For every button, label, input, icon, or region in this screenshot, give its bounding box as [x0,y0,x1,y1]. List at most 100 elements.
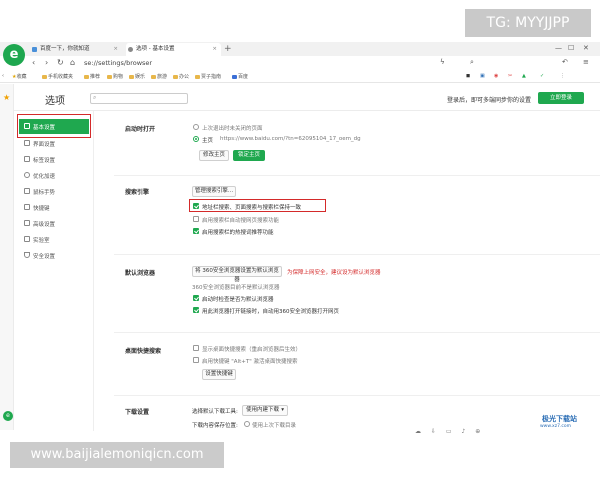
watermark-bottom: www.baijialemoniqicn.com [10,442,224,468]
checkbox-auto-search[interactable] [193,216,199,222]
undo-icon[interactable]: ↶ [562,58,568,66]
highlight-box [17,114,91,138]
maximize-icon[interactable]: ☐ [568,44,574,52]
checkbox-hot-words-label: 启用搜索栏的热搜词推荐功能 [202,230,274,236]
bookmarks-toggle-icon[interactable]: ‹ [2,73,4,79]
sidebar-item-lab[interactable]: 实验室 [24,236,50,244]
sidebar-item-shortcuts[interactable]: 快捷键 [24,204,50,212]
set-hotkey-button[interactable]: 设置快捷键 [202,369,236,380]
back-icon[interactable]: ‹ [32,58,35,67]
page-title: 选项 [45,96,65,107]
bookmark-item[interactable]: 旅游 [151,73,167,80]
browser-assistant-icon[interactable]: e [3,411,13,421]
checkbox-show-desktop-search-label: 显示桌面快捷搜索（重启浏览器后生效） [202,347,302,353]
set-default-browser-button[interactable]: 将 360安全浏览器设置为默认浏览器 [192,266,282,283]
mouse-icon [24,188,30,194]
extension-icon[interactable]: ▣ [480,73,485,79]
site-logo-url: www.xz7.com [540,424,571,429]
favorites-star-icon[interactable]: ★ [3,93,10,102]
bookmark-item[interactable]: ★收藏 [12,73,27,80]
default-browser-warning: 为保障上网安全，建议设为默认浏览器 [287,270,381,276]
new-tab-icon[interactable]: + [224,43,232,55]
sidebar-item-tabs[interactable]: 标签设置 [24,156,55,164]
download-icon[interactable]: ⇩ [431,428,436,435]
checkbox-open-links[interactable] [193,307,199,313]
lightning-icon[interactable]: ϟ [440,58,445,66]
radio-homepage-label: 主页 [202,138,214,144]
homepage-url[interactable]: https://www.baidu.com/?tn=62095104_17_oe… [220,136,361,142]
paw-icon [32,47,37,52]
section-divider [114,395,600,396]
header-divider [14,110,600,111]
site-logo: 极光下载站 [542,415,577,423]
manage-search-engines-button[interactable]: 管理搜索引擎... [192,186,236,197]
tabs-icon [24,156,30,162]
bookmark-item[interactable]: 手机收藏夹 [42,73,73,80]
section-divider [114,175,600,176]
rocket-icon [24,172,30,178]
search-icon[interactable]: ⌕ [470,58,474,67]
sliders-icon [24,220,30,226]
sidebar-item-advanced[interactable]: 高级设置 [24,220,55,228]
extension-icon[interactable]: ⋮ [560,73,565,79]
minimize-icon[interactable]: — [555,44,562,52]
extension-icon[interactable]: ◉ [494,73,498,79]
bookmark-item[interactable]: 百度 [232,73,248,80]
checkbox-hot-words[interactable] [193,228,199,234]
login-button[interactable]: 立即登录 [538,92,584,104]
folder-icon [84,74,89,79]
extension-icon[interactable]: ✂ [508,73,512,79]
section-divider [114,332,600,333]
browser-logo-icon[interactable]: e [3,44,25,66]
lock-homepage-button[interactable]: 锁定主页 [233,150,265,161]
close-icon[interactable]: × [212,43,217,56]
watermark-top: TG: MYYJJPP [465,9,591,37]
tab-settings[interactable]: 选项 - 基本设置 × [126,43,221,56]
download-tool-select[interactable]: 使用内建下载 ▾ [242,405,288,416]
settings-search-input[interactable] [90,93,188,104]
home-icon[interactable]: ⌂ [70,58,75,67]
address-bar[interactable]: se://settings/browser [84,59,152,67]
bookmark-item[interactable]: 推荐 [84,73,100,80]
modify-homepage-button[interactable]: 修改主页 [199,150,229,161]
bookmark-item[interactable]: 购物 [107,73,123,80]
checkbox-hotkey-label: 启用快捷键 "Alt+T" 激活桌面快捷搜索 [202,359,298,365]
extension-icon[interactable]: ✓ [540,73,544,79]
reload-icon[interactable]: ↻ [57,58,64,67]
tab-baidu[interactable]: 百度一下，你就知道 × [30,43,122,56]
screenshot-icon[interactable]: ▭ [446,428,452,435]
checkbox-show-desktop-search[interactable] [193,345,199,351]
login-prompt: 登录后，即可多端同步你的设置 [447,97,532,104]
zoom-icon[interactable]: ⊕ [475,428,480,435]
radio-homepage[interactable] [193,136,199,142]
checkbox-check-default[interactable] [193,295,199,301]
checkbox-hotkey[interactable] [193,357,199,363]
cloud-icon[interactable]: ☁ [415,428,421,435]
extension-icon[interactable]: ◼ [466,73,470,79]
folder-icon [173,74,178,79]
flask-icon [24,236,30,242]
extension-icon[interactable]: ▲ [522,73,526,79]
bookmark-item[interactable]: 娱乐 [129,73,145,80]
window-icon [24,140,30,146]
sidebar-item-gestures[interactable]: 鼠标手势 [24,188,55,196]
close-window-icon[interactable]: ✕ [583,44,589,52]
gear-icon [128,47,133,52]
checkbox-check-default-label: 启动时检查是否为默认浏览器 [202,297,274,303]
sidebar-item-optimize[interactable]: 优化加速 [24,172,55,180]
sidebar-item-interface[interactable]: 界面设置 [24,140,55,148]
bookmark-item[interactable]: 贾子指南 [195,73,221,80]
radio-last-download-dir[interactable] [244,421,250,427]
highlight-box [189,199,326,212]
status-bar-icons: ☁ ⇩ ▭ ♪ ⊕ [415,428,480,435]
tab-label: 百度一下，你就知道 [40,46,90,52]
close-icon[interactable]: × [113,43,118,56]
bookmark-item[interactable]: 办公 [173,73,189,80]
radio-last-session[interactable] [193,124,199,130]
forward-icon[interactable]: › [45,58,48,67]
sidebar-item-security[interactable]: 安全设置 [24,252,55,260]
radio-last-session-label: 上次退出时未关闭的页面 [202,126,263,132]
folder-icon [107,74,112,79]
menu-icon[interactable]: ≡ [583,58,589,66]
sound-icon[interactable]: ♪ [461,428,465,435]
